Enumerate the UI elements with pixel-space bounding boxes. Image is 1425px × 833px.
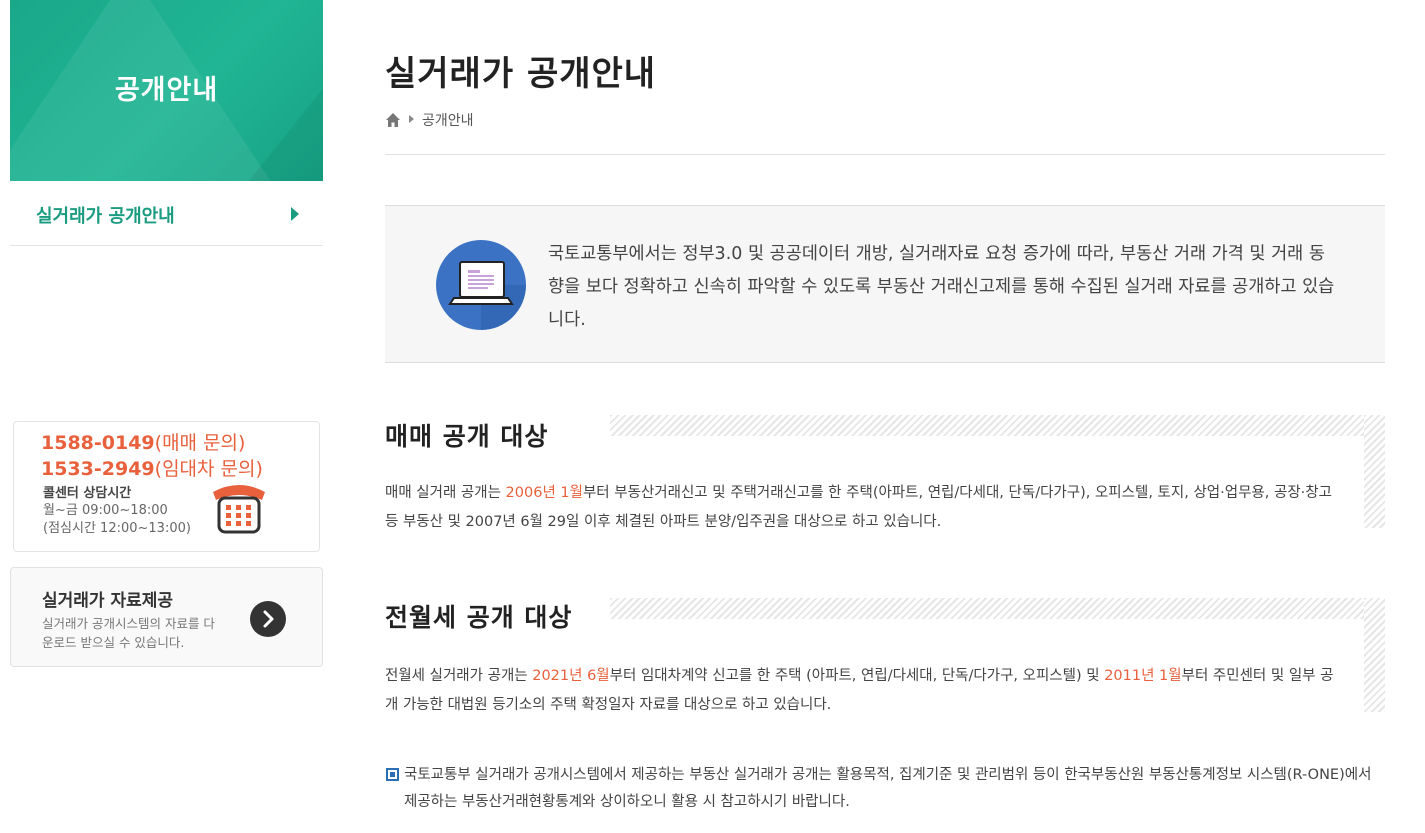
breadcrumb-current: 공개안내 xyxy=(422,113,474,129)
calendar-phone-icon xyxy=(213,485,265,534)
sale-section-text: 매매 실거래 공개는 2006년 1월부터 부동산거래신고 및 주택거래신고를 … xyxy=(385,485,1332,530)
call-center-hours: 월~금 09:00~18:00 (점심시간 12:00~13:00) xyxy=(43,503,191,536)
phone-sale-inquiry: 1588-0149(매매 문의) xyxy=(41,432,246,454)
notice-text: 국토교통부 실거래가 공개시스템에서 제공하는 부동산 실거래가 공개는 활용목… xyxy=(404,767,1372,810)
square-bullet-icon xyxy=(386,768,399,781)
sale-disclosure-section: 매매 공개 대상 매매 실거래 공개는 2006년 1월부터 부동산거래신고 및… xyxy=(385,415,1385,535)
chevron-right-circle-icon[interactable] xyxy=(250,601,286,637)
phone-rent-inquiry: 1533-2949(임대차 문의) xyxy=(41,458,263,480)
data-download-box[interactable]: 실거래가 자료제공 실거래가 공개시스템의 자료를 다운로드 받으실 수 있습니… xyxy=(10,567,323,667)
laptop-document-icon xyxy=(436,240,526,330)
highlight-date: 2011년 1월 xyxy=(1104,668,1182,684)
section-decoration xyxy=(610,598,1385,619)
rent-section-text: 전월세 실거래가 공개는 2021년 6월부터 임대차계약 신고를 한 주택 (… xyxy=(385,668,1334,713)
breadcrumb-separator-icon xyxy=(409,114,414,123)
breadcrumb: 공개안내 xyxy=(385,108,474,132)
divider xyxy=(385,154,1385,155)
call-center-box: 1588-0149(매매 문의) 1533-2949(임대차 문의) 콜센터 상… xyxy=(13,421,320,552)
section-decoration xyxy=(1364,598,1385,712)
sidebar: 공개안내 실거래가 공개안내 1588-0149(매매 문의) 1533-294… xyxy=(10,0,323,667)
page-title: 실거래가 공개안내 xyxy=(385,54,657,94)
rent-section-heading: 전월세 공개 대상 xyxy=(385,603,573,632)
home-icon[interactable] xyxy=(385,112,401,128)
sidebar-item-label: 실거래가 공개안내 xyxy=(36,206,175,227)
sidebar-item-public-notice[interactable]: 실거래가 공개안내 xyxy=(10,181,323,246)
sidebar-title: 공개안내 xyxy=(114,75,219,106)
data-download-title: 실거래가 자료제공 xyxy=(42,591,174,611)
intro-text: 국토교통부에서는 정부3.0 및 공공데이터 개방, 실거래자료 요청 증가에 … xyxy=(548,244,1335,330)
sidebar-header: 공개안내 xyxy=(10,0,323,181)
highlight-date: 2021년 6월 xyxy=(532,668,610,684)
data-download-desc: 실거래가 공개시스템의 자료를 다운로드 받으실 수 있습니다. xyxy=(42,616,215,650)
intro-box: 국토교통부에서는 정부3.0 및 공공데이터 개방, 실거래자료 요청 증가에 … xyxy=(385,205,1385,363)
call-center-hours-title: 콜센터 상담시간 xyxy=(43,486,132,501)
section-decoration xyxy=(610,415,1385,436)
sale-section-heading: 매매 공개 대상 xyxy=(385,422,549,451)
highlight-date: 2006년 1월 xyxy=(505,485,583,501)
section-decoration xyxy=(1364,415,1385,528)
rent-disclosure-section: 전월세 공개 대상 전월세 실거래가 공개는 2021년 6월부터 임대차계약 … xyxy=(385,598,1385,718)
caret-right-icon xyxy=(291,207,299,221)
